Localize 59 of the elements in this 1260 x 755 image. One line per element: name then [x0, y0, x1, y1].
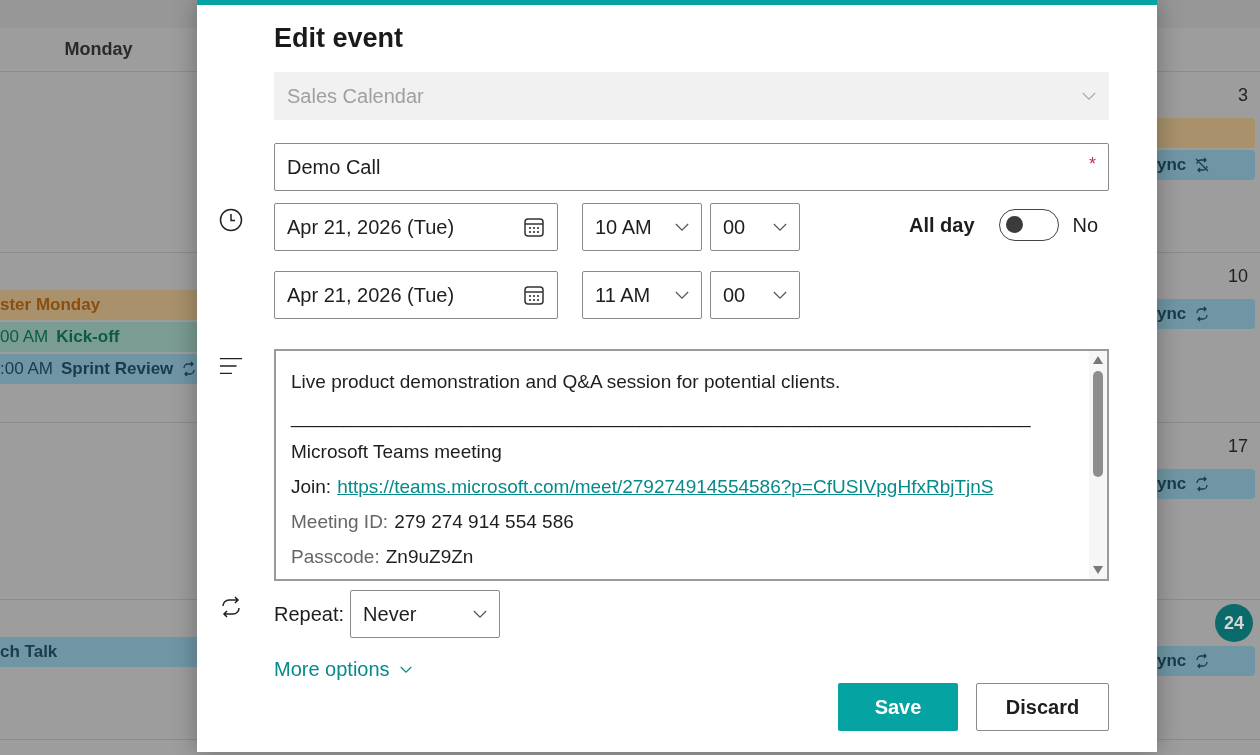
description-field[interactable]	[274, 349, 1109, 581]
all-day-label: All day	[909, 213, 975, 237]
description-text: ______________________________________________________________________	[291, 406, 1031, 427]
required-marker: *	[1089, 154, 1096, 175]
chevron-down-icon	[773, 290, 787, 300]
day-number: 24	[1215, 604, 1253, 642]
weekday-header: Monday	[64, 39, 133, 60]
minute-dropdown[interactable]: 00	[710, 203, 800, 251]
calendar-event[interactable]: ync	[1157, 299, 1255, 329]
repeat-label: Repeat:	[274, 602, 345, 626]
repeat-icon	[219, 595, 243, 619]
calendar-event[interactable]: ster Monday	[0, 290, 197, 320]
field-label: Passcode:	[291, 546, 380, 567]
minute-dropdown[interactable]: 00	[710, 271, 800, 319]
discard-button[interactable]: Discard	[976, 683, 1109, 731]
calendar-icon	[523, 216, 545, 238]
repeat-dropdown[interactable]: Never	[350, 590, 501, 638]
chevron-down-icon	[675, 222, 689, 232]
description-text: Microsoft Teams meeting	[291, 441, 502, 462]
day-number: 3	[1238, 84, 1248, 106]
scroll-up-icon[interactable]	[1092, 355, 1104, 365]
repeat-icon	[1194, 306, 1211, 322]
day-number: 10	[1227, 265, 1248, 287]
calendar-event[interactable]: 00 AM Kick-off	[0, 322, 197, 352]
field-label: Meeting ID:	[291, 511, 389, 532]
calendar-event[interactable]: :00 AM Sprint Review	[0, 354, 197, 384]
toggle-state-text: No	[1072, 213, 1099, 237]
repeat-icon	[1194, 476, 1211, 492]
repeat-off-icon	[1194, 157, 1211, 173]
repeat-icon	[1194, 653, 1211, 669]
calendar-event[interactable]: ync	[1157, 150, 1255, 180]
hour-dropdown[interactable]: 10 AM	[582, 203, 702, 251]
hour-dropdown[interactable]: 11 AM	[582, 271, 702, 319]
more-options-link[interactable]: More options	[274, 658, 412, 681]
all-day-toggle[interactable]	[998, 209, 1059, 241]
chevron-down-icon	[1082, 91, 1096, 101]
field-value: Zn9uZ9Zn	[385, 546, 474, 567]
meeting-link[interactable]: https://teams.microsoft.com/meet/279274914554586?p=CfUSIVpgHfxRbjTjnS	[337, 476, 994, 497]
scroll-down-icon[interactable]	[1092, 565, 1104, 575]
day-number: 17	[1227, 435, 1248, 457]
dialog-title: Edit event	[274, 22, 405, 54]
date-field[interactable]: Apr 21, 2026 (Tue)	[274, 203, 558, 251]
title-field[interactable]: Demo Call *	[274, 143, 1109, 191]
clock-icon	[219, 208, 243, 232]
calendar-event[interactable]: ync	[1157, 469, 1255, 499]
calendar-event[interactable]: ync	[1157, 646, 1255, 676]
chevron-down-icon	[473, 609, 488, 619]
date-field[interactable]: Apr 21, 2026 (Tue)	[274, 271, 558, 319]
field-value: 279 274 914 554 586	[394, 511, 574, 532]
save-button[interactable]: Save	[838, 683, 958, 731]
calendar-event[interactable]: ch Talk	[0, 637, 197, 667]
calendar-icon	[523, 284, 545, 306]
scrollbar[interactable]	[1089, 351, 1107, 579]
chevron-down-icon	[675, 290, 689, 300]
repeat-icon	[181, 361, 198, 377]
chevron-down-icon	[399, 665, 412, 674]
chevron-down-icon	[773, 222, 787, 232]
join-label: Join:	[291, 476, 332, 497]
description-text: Live product demonstration and Q&A session for potential clients.	[291, 371, 841, 392]
